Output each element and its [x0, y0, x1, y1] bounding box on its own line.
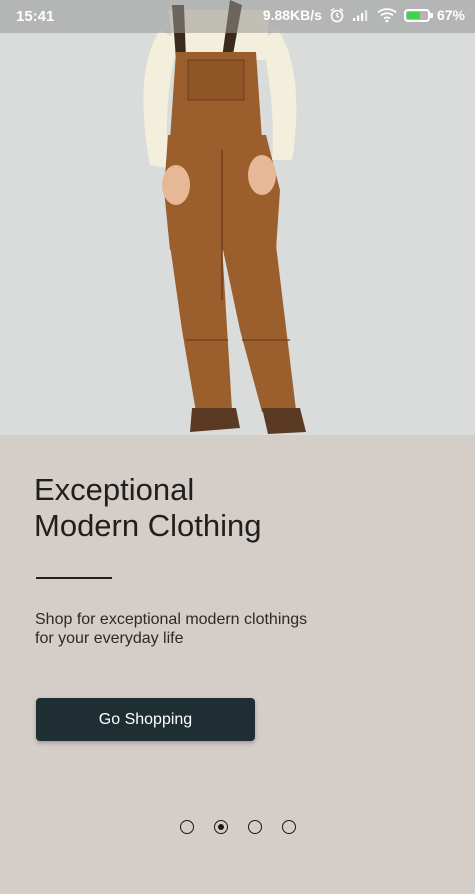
status-time: 15:41: [16, 8, 55, 25]
page-dot-3[interactable]: [248, 820, 262, 834]
hero-image: [0, 0, 475, 435]
page-dot-1[interactable]: [180, 820, 194, 834]
status-indicators: 9.88KB/s 67%: [263, 7, 465, 23]
page-indicator: [180, 820, 296, 834]
title-divider: [36, 577, 112, 579]
subtitle-line-2: for your everyday life: [35, 630, 184, 647]
page-title: Exceptional Modern Clothing: [34, 472, 434, 544]
network-speed: 9.88KB/s: [262, 7, 322, 23]
page-dot-2[interactable]: [214, 820, 228, 834]
alarm-icon: [330, 7, 344, 23]
battery-percent: 67%: [436, 7, 465, 23]
battery-icon: [403, 8, 433, 22]
status-bar: 15:41 9.88KB/s 67%: [0, 0, 475, 33]
page-dot-4[interactable]: [282, 820, 296, 834]
subtitle-line-1: Shop for exceptional modern clothings: [35, 611, 308, 628]
signal-icon: [352, 10, 368, 21]
go-shopping-button[interactable]: Go Shopping: [36, 698, 255, 741]
title-line-2: Modern Clothing: [34, 508, 262, 543]
model-illustration: [143, 0, 306, 434]
page-subtitle: Shop for exceptional modern clothings fo…: [35, 610, 395, 648]
title-line-1: Exceptional: [34, 472, 195, 507]
battery-level: [406, 11, 420, 19]
wifi-icon: [377, 8, 397, 23]
